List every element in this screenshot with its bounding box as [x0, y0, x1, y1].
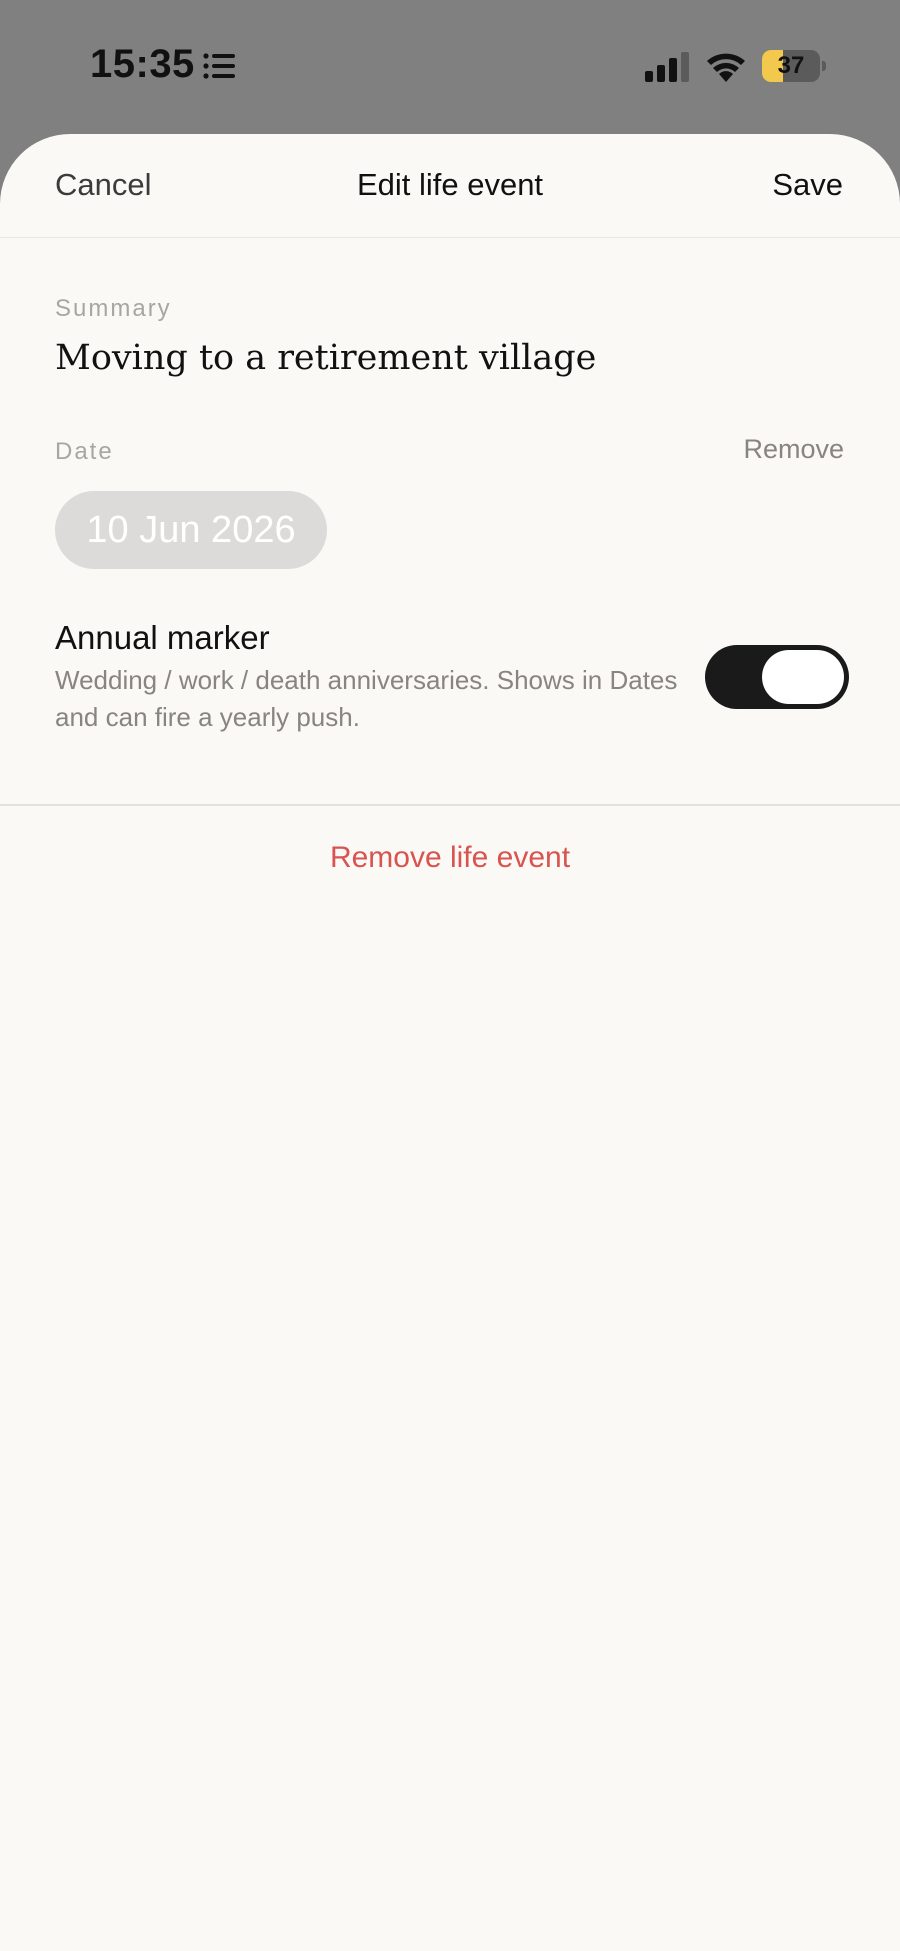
battery-body: 37: [762, 50, 820, 82]
toggle-knob: [762, 650, 844, 704]
battery-percent: 37: [777, 52, 805, 79]
list-icon: [203, 53, 235, 79]
annual-marker-title: Annual marker: [55, 619, 270, 656]
date-picker-button[interactable]: 10 Jun 2026: [55, 491, 327, 569]
annual-marker-description: Wedding / work / death anniversaries. Sh…: [55, 665, 678, 732]
wifi-icon: [707, 53, 745, 82]
date-label: Date: [55, 438, 114, 465]
summary-label: Summary: [55, 295, 172, 322]
divider: [0, 804, 900, 806]
status-bar: 15:35 37: [0, 0, 900, 134]
summary-field[interactable]: Moving to a retirement village: [55, 338, 596, 378]
edit-life-event-sheet: Cancel Edit life event Save Summary Movi…: [0, 134, 900, 1951]
status-time: 15:35: [90, 42, 195, 86]
remove-date-button[interactable]: Remove: [743, 434, 844, 465]
battery-icon: 37: [762, 50, 826, 82]
nav-bar: Cancel Edit life event Save: [0, 134, 900, 238]
signal-icon: [645, 52, 689, 82]
page-title: Edit life event: [356, 167, 544, 202]
save-button[interactable]: Save: [772, 167, 843, 203]
annual-marker-toggle[interactable]: [705, 645, 849, 709]
battery-cap: [822, 61, 826, 71]
remove-life-event-button[interactable]: Remove life event: [0, 841, 900, 875]
